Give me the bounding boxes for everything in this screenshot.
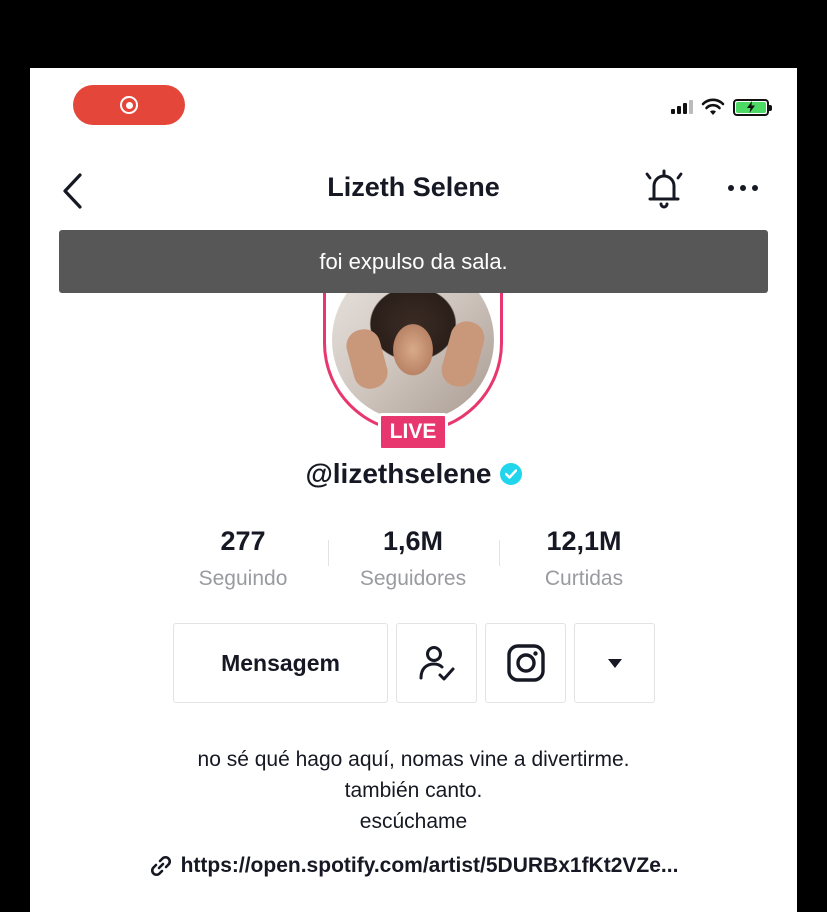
avatar bbox=[332, 283, 494, 421]
screen-recording-indicator[interactable] bbox=[73, 85, 185, 125]
profile-screen: Lizeth Selene foi expulso da sala. LIVE … bbox=[30, 68, 797, 912]
record-icon bbox=[120, 96, 138, 114]
profile-stats: 277 Seguindo 1,6M Seguidores 12,1M Curti… bbox=[30, 526, 797, 596]
stat-divider bbox=[328, 540, 329, 566]
username-row: @lizethselene bbox=[30, 458, 797, 490]
following-button[interactable] bbox=[396, 623, 477, 703]
stat-followers[interactable]: 1,6M Seguidores bbox=[328, 526, 498, 591]
link-icon bbox=[150, 855, 171, 877]
caret-down-icon bbox=[607, 658, 622, 668]
stat-value: 1,6M bbox=[382, 526, 444, 556]
stat-likes: 12,1M Curtidas bbox=[499, 526, 669, 591]
cellular-signal-icon bbox=[671, 100, 693, 114]
verified-badge-icon bbox=[499, 463, 522, 485]
instagram-icon bbox=[506, 644, 545, 682]
stat-value: 277 bbox=[220, 526, 266, 556]
suggested-accounts-button[interactable] bbox=[574, 623, 655, 703]
user-check-icon bbox=[419, 646, 454, 681]
stat-following[interactable]: 277 Seguindo bbox=[158, 526, 328, 591]
stat-label: Curtidas bbox=[544, 567, 624, 590]
live-badge[interactable]: LIVE bbox=[378, 413, 448, 451]
username: @lizethselene bbox=[305, 458, 492, 489]
stat-divider bbox=[499, 540, 500, 566]
stat-label: Seguidores bbox=[359, 567, 467, 590]
stat-label: Seguindo bbox=[198, 567, 288, 590]
instagram-button[interactable] bbox=[485, 623, 566, 703]
stat-value: 12,1M bbox=[546, 526, 622, 556]
bio-line: también canto. bbox=[344, 779, 483, 802]
toast-notification: foi expulso da sala. bbox=[59, 230, 768, 293]
battery-charging-icon bbox=[733, 98, 772, 116]
wifi-icon bbox=[701, 98, 725, 115]
profile-bio: no sé qué hago aquí, nomas vine a divert… bbox=[30, 744, 797, 837]
status-bar-right bbox=[671, 98, 772, 116]
bio-link-text[interactable]: https://open.spotify.com/artist/5DURBx1f… bbox=[181, 854, 679, 878]
bio-line: no sé qué hago aquí, nomas vine a divert… bbox=[197, 748, 630, 771]
more-horizontal-icon[interactable] bbox=[728, 185, 758, 191]
bell-icon[interactable] bbox=[644, 168, 684, 210]
bio-line: escúchame bbox=[359, 810, 468, 833]
bio-link[interactable]: https://open.spotify.com/artist/5DURBx1f… bbox=[30, 854, 797, 878]
avatar-ring[interactable] bbox=[323, 283, 503, 433]
message-button[interactable]: Mensagem bbox=[173, 623, 388, 703]
